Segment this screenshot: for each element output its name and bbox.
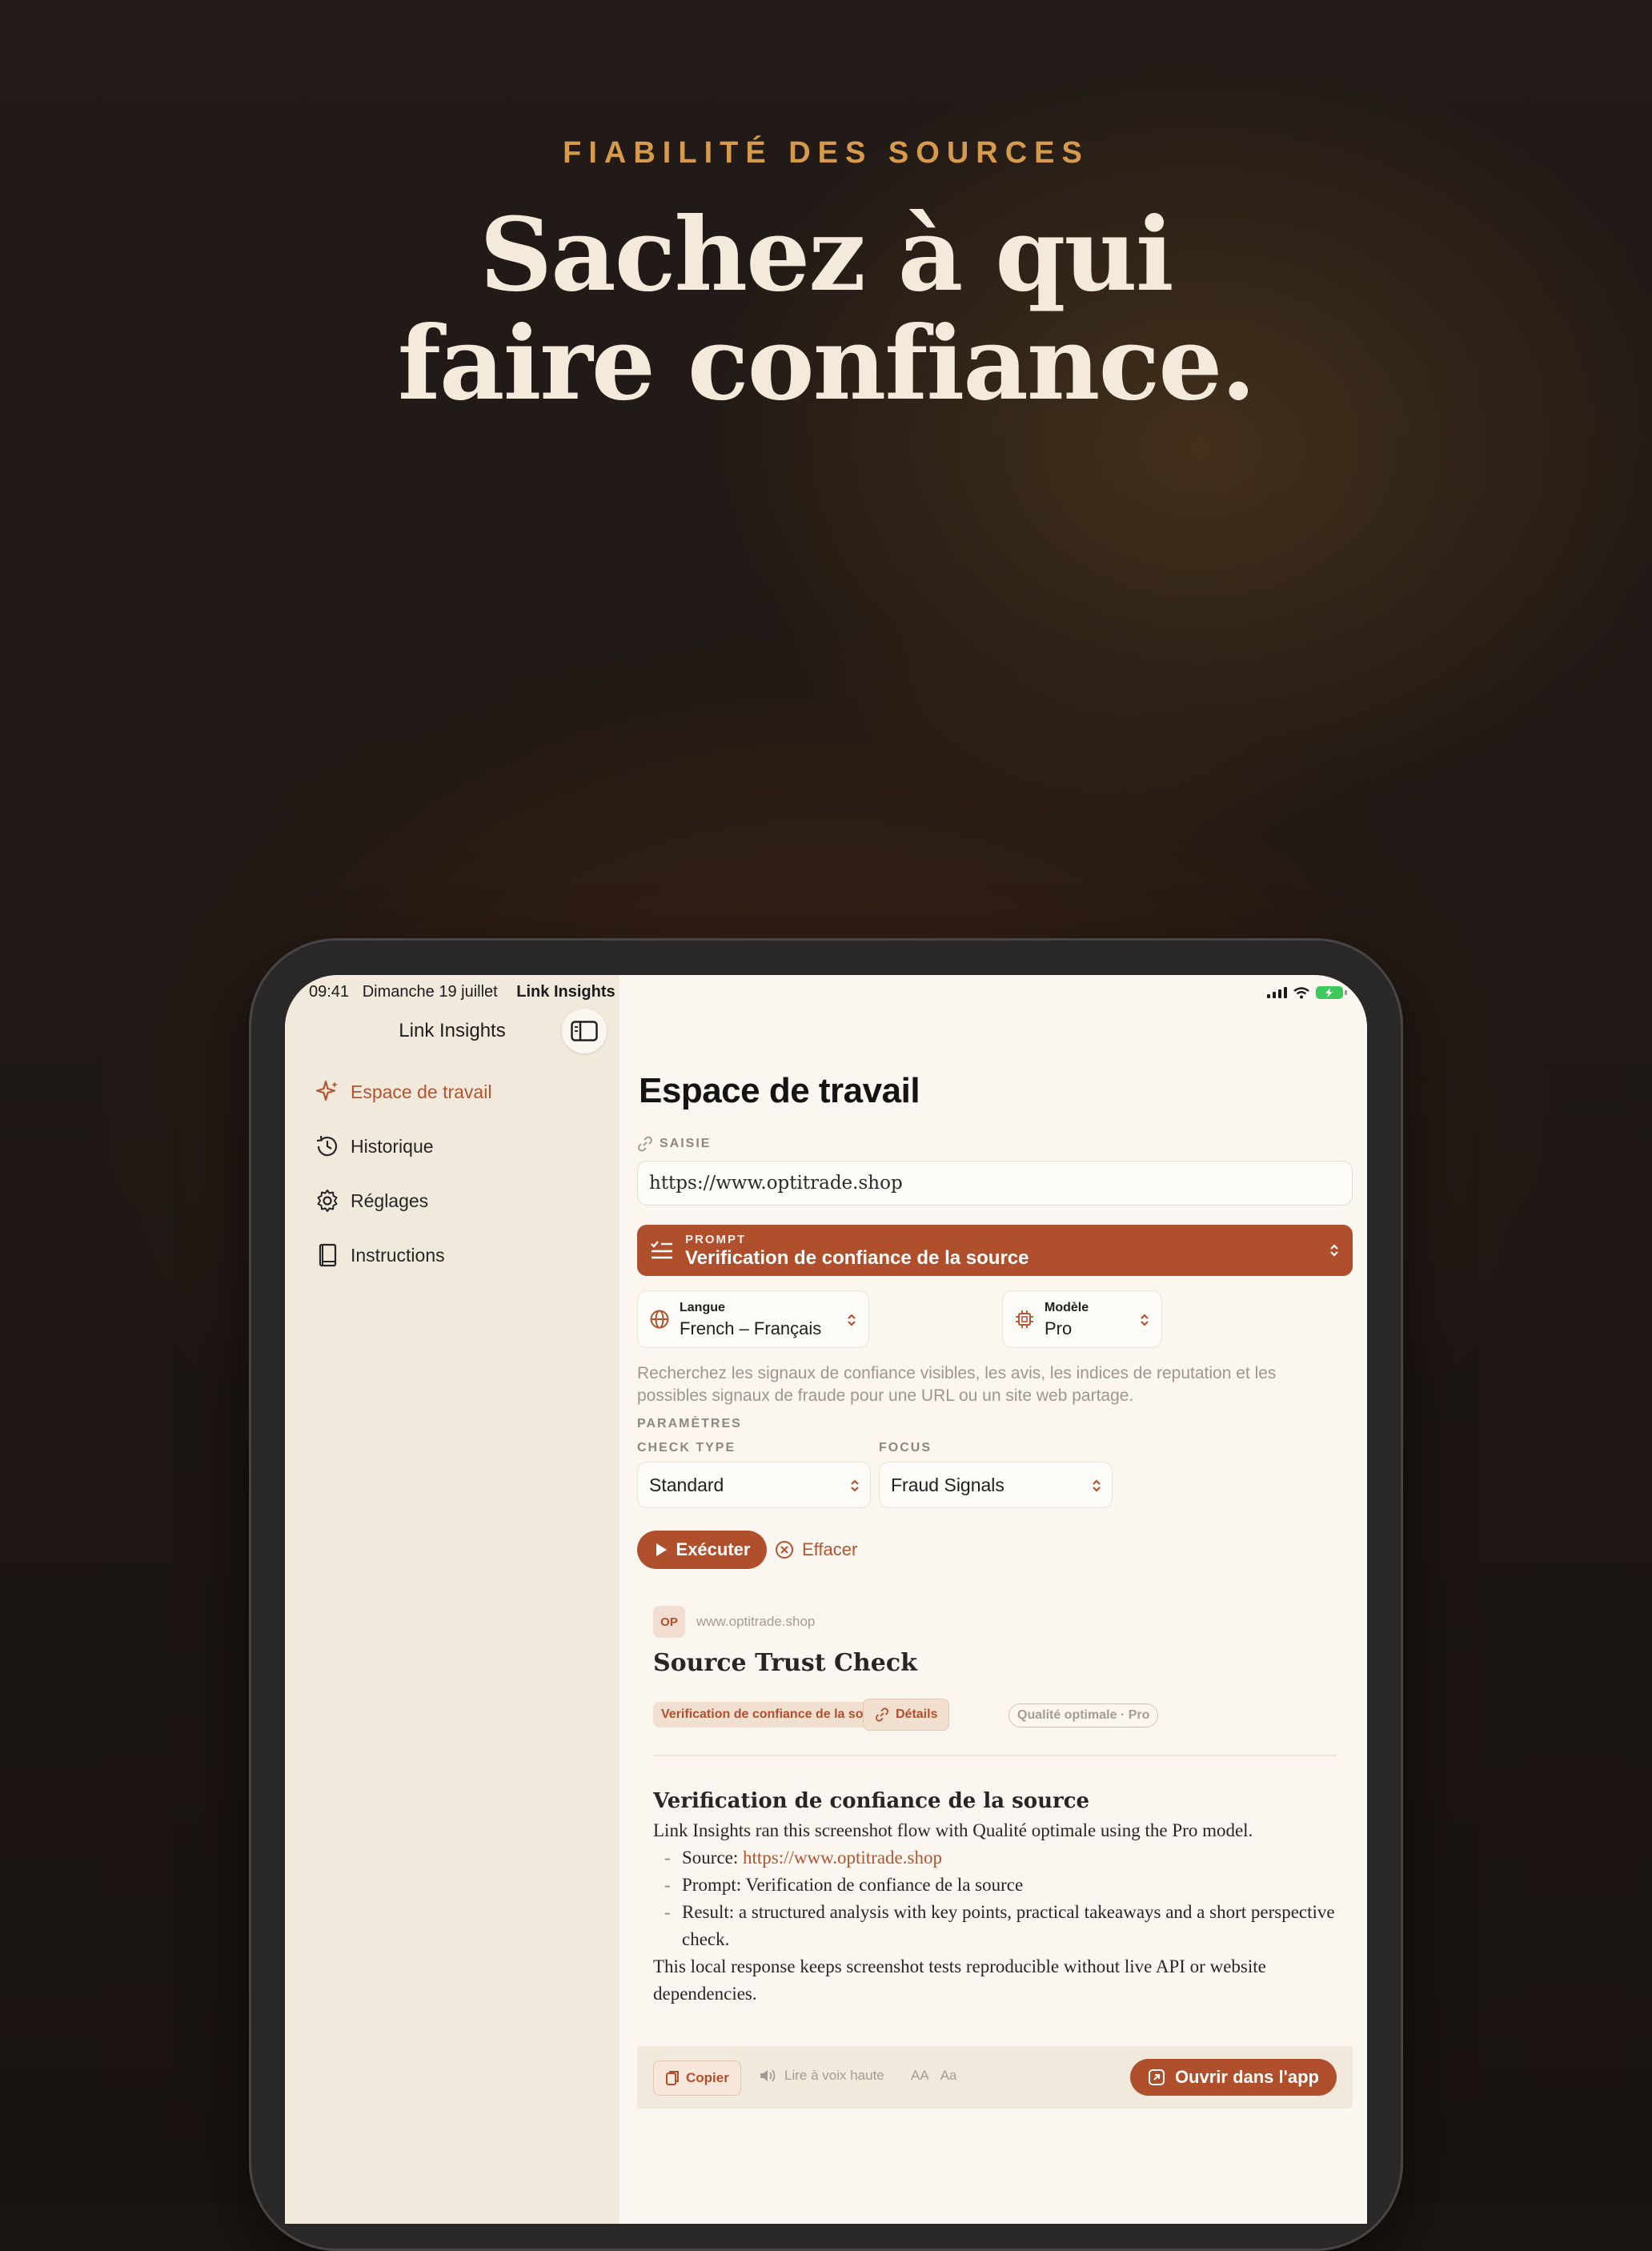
link-icon bbox=[876, 1707, 888, 1722]
sidebar-item-label: Instructions bbox=[351, 1244, 445, 1266]
result-intro: Link Insights ran this screenshot flow w… bbox=[653, 1820, 1253, 1840]
details-button[interactable]: Détails bbox=[863, 1699, 950, 1731]
status-bar-left: 09:41 Dimanche 19 juillet Link Insights bbox=[309, 983, 615, 1001]
status-time: 09:41 bbox=[309, 983, 350, 1001]
gear-icon bbox=[317, 1190, 338, 1212]
source-link[interactable]: https://www.optitrade.shop bbox=[743, 1848, 942, 1868]
prompt-label: PROMPT bbox=[685, 1233, 747, 1246]
chevron-updown-icon bbox=[1093, 1479, 1101, 1492]
clear-circle-icon bbox=[776, 1541, 793, 1559]
language-value: French – Français bbox=[680, 1318, 822, 1338]
result-outro: This local response keeps screenshot tes… bbox=[653, 1956, 1266, 2004]
font-style-button[interactable]: Aa bbox=[940, 2068, 957, 2084]
hero-eyebrow: FIABILITÉ DES SOURCES bbox=[563, 136, 1089, 170]
result-toolbar: Copier Lire à voix haute AA Aa Ouvrir da… bbox=[637, 2046, 1353, 2109]
chip-icon bbox=[1016, 1310, 1033, 1328]
wifi-icon bbox=[1293, 986, 1309, 998]
language-label: Langue bbox=[680, 1301, 725, 1314]
input-label: SAISIE bbox=[660, 1137, 712, 1150]
chevron-updown-icon bbox=[848, 1314, 856, 1326]
sidebar-item-workspace[interactable]: Espace de travail bbox=[314, 1065, 491, 1119]
list-item-prompt: Prompt: Verification de confiance de la … bbox=[653, 1872, 1341, 1899]
sidebar: 09:41 Dimanche 19 juillet Link Insights … bbox=[285, 975, 620, 2224]
prompt-value: Verification de confiance de la source bbox=[685, 1247, 1029, 1269]
sidebar-item-label: Historique bbox=[351, 1135, 434, 1157]
source-avatar: OP bbox=[653, 1606, 685, 1638]
sidebar-toggle-icon bbox=[571, 1021, 598, 1041]
open-external-icon bbox=[1148, 2069, 1165, 2085]
source-domain: www.optitrade.shop bbox=[696, 1614, 816, 1629]
focus-value: Fraud Signals bbox=[891, 1474, 1004, 1495]
history-icon bbox=[316, 1135, 338, 1157]
checklist-icon bbox=[651, 1241, 672, 1259]
run-button-label: Exécuter bbox=[676, 1539, 751, 1559]
prompt-chip: Verification de confiance de la source bbox=[653, 1702, 899, 1727]
model-label: Modèle bbox=[1045, 1301, 1089, 1314]
copy-icon bbox=[666, 2071, 679, 2085]
check-type-value: Standard bbox=[649, 1474, 724, 1495]
model-value: Pro bbox=[1045, 1318, 1073, 1338]
result-heading: Verification de confiance de la source bbox=[653, 1789, 1090, 1813]
sidebar-item-settings[interactable]: Réglages bbox=[314, 1174, 491, 1228]
prompt-selector[interactable]: PROMPT Verification de confiance de la s… bbox=[637, 1225, 1353, 1276]
result-list: Source: https://www.optitrade.shop Promp… bbox=[653, 1844, 1341, 1953]
link-icon bbox=[638, 1136, 652, 1152]
book-icon bbox=[319, 1243, 337, 1267]
source-prefix: Source: bbox=[682, 1848, 744, 1868]
read-aloud-button[interactable]: Lire à voix haute bbox=[759, 2068, 884, 2084]
text-size-controls: AA Aa bbox=[911, 2068, 956, 2084]
quality-chip: Qualité optimale · Pro bbox=[1008, 1703, 1159, 1727]
list-item-result: Result: a structured analysis with key p… bbox=[653, 1899, 1341, 1953]
open-in-app-label: Ouvrir dans l'app bbox=[1174, 2067, 1319, 2087]
model-selector[interactable]: Modèle Pro bbox=[1002, 1290, 1162, 1348]
clear-button-label: Effacer bbox=[802, 1539, 858, 1559]
sidebar-item-instructions[interactable]: Instructions bbox=[314, 1228, 491, 1282]
chevron-updown-icon bbox=[851, 1479, 859, 1492]
status-date: Dimanche 19 juillet bbox=[362, 983, 498, 1001]
language-selector[interactable]: Langue French – Français bbox=[637, 1290, 869, 1348]
sidebar-toggle-button[interactable] bbox=[562, 1009, 607, 1053]
chevron-updown-icon bbox=[1141, 1314, 1149, 1326]
status-bar-right bbox=[1267, 986, 1347, 999]
sidebar-nav: Espace de travail Historique Réglages In… bbox=[314, 1065, 491, 1282]
cellular-signal-icon bbox=[1267, 987, 1287, 998]
speaker-icon bbox=[760, 2069, 776, 2082]
result-title: Source Trust Check bbox=[653, 1649, 917, 1677]
prompt-description: Recherchez les signaux de confiance visi… bbox=[637, 1364, 1277, 1405]
sidebar-item-history[interactable]: Historique bbox=[314, 1119, 491, 1174]
read-aloud-label: Lire à voix haute bbox=[784, 2068, 884, 2083]
parameters-label: PARAMÈTRES bbox=[637, 1417, 742, 1430]
clear-button[interactable]: Effacer bbox=[775, 1531, 857, 1569]
focus-select[interactable]: Fraud Signals bbox=[879, 1462, 1113, 1508]
text-size-button[interactable]: AA bbox=[911, 2068, 929, 2084]
check-type-label: CHECK TYPE bbox=[637, 1441, 736, 1455]
hero-headline: Sachez à qui faire confiance. bbox=[0, 200, 1652, 418]
hero-headline-line-1: Sachez à qui bbox=[479, 195, 1174, 314]
focus-label: FOCUS bbox=[879, 1441, 932, 1455]
play-icon bbox=[656, 1543, 667, 1556]
page-title: Espace de travail bbox=[639, 1071, 920, 1110]
url-input[interactable]: https://www.optitrade.shop bbox=[637, 1161, 1353, 1206]
result-body: Verification de confiance de la source L… bbox=[653, 1787, 1341, 2008]
copy-button[interactable]: Copier bbox=[653, 2060, 741, 2096]
run-button[interactable]: Exécuter bbox=[637, 1531, 767, 1569]
details-label: Détails bbox=[896, 1707, 938, 1721]
copy-label: Copier bbox=[686, 2070, 729, 2085]
sidebar-item-label: Réglages bbox=[351, 1190, 429, 1211]
sparkle-icon bbox=[315, 1080, 338, 1101]
battery-icon bbox=[1316, 986, 1347, 999]
input-section-label: SAISIE bbox=[637, 1136, 711, 1152]
check-type-select[interactable]: Standard bbox=[637, 1462, 871, 1508]
divider bbox=[653, 1755, 1337, 1756]
sidebar-item-label: Espace de travail bbox=[351, 1081, 492, 1102]
open-in-app-button[interactable]: Ouvrir dans l'app bbox=[1129, 2059, 1337, 2096]
chevron-updown-icon bbox=[1330, 1244, 1338, 1257]
globe-icon bbox=[650, 1310, 669, 1329]
tablet-screen: 09:41 Dimanche 19 juillet Link Insights … bbox=[285, 975, 1367, 2224]
hero-headline-line-2: faire confiance. bbox=[397, 304, 1257, 423]
list-item-source: Source: https://www.optitrade.shop bbox=[653, 1844, 1341, 1872]
status-app-name: Link Insights bbox=[516, 983, 615, 1001]
